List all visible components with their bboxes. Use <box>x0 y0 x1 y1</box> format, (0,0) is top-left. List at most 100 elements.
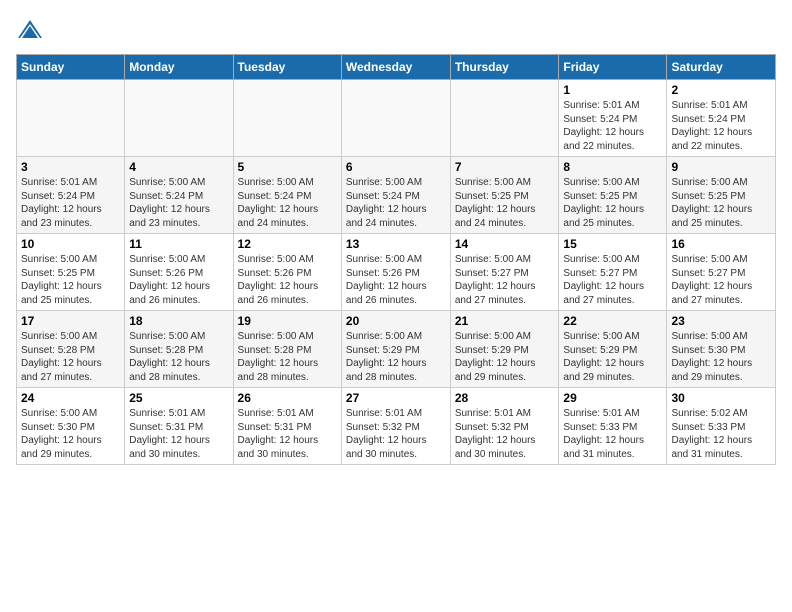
day-number: 25 <box>129 391 228 405</box>
calendar-week-row: 1 Sunrise: 5:01 AM Sunset: 5:24 PM Daylig… <box>17 80 776 157</box>
day-number: 23 <box>671 314 771 328</box>
day-info: Sunrise: 5:00 AM Sunset: 5:25 PM Dayligh… <box>671 176 771 230</box>
day-number: 19 <box>238 314 337 328</box>
day-info: Sunrise: 5:00 AM Sunset: 5:25 PM Dayligh… <box>21 253 120 307</box>
day-number: 29 <box>563 391 662 405</box>
day-info: Sunrise: 5:01 AM Sunset: 5:24 PM Dayligh… <box>21 176 120 230</box>
day-info: Sunrise: 5:01 AM Sunset: 5:33 PM Dayligh… <box>563 407 662 461</box>
calendar-cell: 1 Sunrise: 5:01 AM Sunset: 5:24 PM Daylig… <box>559 80 667 157</box>
calendar-cell: 20 Sunrise: 5:00 AM Sunset: 5:29 PM Dayli… <box>341 311 450 388</box>
calendar-cell <box>125 80 233 157</box>
header <box>16 16 776 44</box>
calendar-cell: 25 Sunrise: 5:01 AM Sunset: 5:31 PM Dayli… <box>125 388 233 465</box>
day-info: Sunrise: 5:01 AM Sunset: 5:32 PM Dayligh… <box>346 407 446 461</box>
day-number: 4 <box>129 160 228 174</box>
calendar-cell: 21Sunrise: 5:00 AM Sunset: 5:29 PM Dayli… <box>450 311 559 388</box>
calendar-cell: 9Sunrise: 5:00 AM Sunset: 5:25 PM Daylig… <box>667 157 776 234</box>
calendar-cell: 17 Sunrise: 5:00 AM Sunset: 5:28 PM Dayli… <box>17 311 125 388</box>
calendar-week-row: 17 Sunrise: 5:00 AM Sunset: 5:28 PM Dayli… <box>17 311 776 388</box>
weekday-header-thursday: Thursday <box>450 55 559 80</box>
day-number: 18 <box>129 314 228 328</box>
calendar-cell <box>450 80 559 157</box>
day-info: Sunrise: 5:00 AM Sunset: 5:28 PM Dayligh… <box>21 330 120 384</box>
calendar-cell <box>341 80 450 157</box>
day-number: 26 <box>238 391 337 405</box>
day-number: 28 <box>455 391 555 405</box>
calendar-cell <box>233 80 341 157</box>
calendar-cell: 4Sunrise: 5:00 AM Sunset: 5:24 PM Daylig… <box>125 157 233 234</box>
day-number: 24 <box>21 391 120 405</box>
day-info: Sunrise: 5:00 AM Sunset: 5:27 PM Dayligh… <box>563 253 662 307</box>
logo <box>16 16 48 44</box>
calendar-cell: 12Sunrise: 5:00 AM Sunset: 5:26 PM Dayli… <box>233 234 341 311</box>
calendar-cell: 13 Sunrise: 5:00 AM Sunset: 5:26 PM Dayli… <box>341 234 450 311</box>
weekday-header-friday: Friday <box>559 55 667 80</box>
day-info: Sunrise: 5:00 AM Sunset: 5:26 PM Dayligh… <box>129 253 228 307</box>
day-number: 20 <box>346 314 446 328</box>
day-info: Sunrise: 5:00 AM Sunset: 5:29 PM Dayligh… <box>346 330 446 384</box>
weekday-header-monday: Monday <box>125 55 233 80</box>
weekday-header-tuesday: Tuesday <box>233 55 341 80</box>
weekday-header-sunday: Sunday <box>17 55 125 80</box>
day-number: 1 <box>563 83 662 97</box>
calendar-cell: 18 Sunrise: 5:00 AM Sunset: 5:28 PM Dayli… <box>125 311 233 388</box>
calendar-cell: 6 Sunrise: 5:00 AM Sunset: 5:24 PM Daylig… <box>341 157 450 234</box>
day-number: 16 <box>671 237 771 251</box>
day-info: Sunrise: 5:00 AM Sunset: 5:27 PM Dayligh… <box>671 253 771 307</box>
day-number: 13 <box>346 237 446 251</box>
day-info: Sunrise: 5:00 AM Sunset: 5:30 PM Dayligh… <box>21 407 120 461</box>
day-number: 21 <box>455 314 555 328</box>
calendar-cell: 15 Sunrise: 5:00 AM Sunset: 5:27 PM Dayli… <box>559 234 667 311</box>
day-info: Sunrise: 5:01 AM Sunset: 5:31 PM Dayligh… <box>129 407 228 461</box>
day-number: 10 <box>21 237 120 251</box>
day-number: 2 <box>671 83 771 97</box>
weekday-header-row: SundayMondayTuesdayWednesdayThursdayFrid… <box>17 55 776 80</box>
day-number: 6 <box>346 160 446 174</box>
day-info: Sunrise: 5:00 AM Sunset: 5:30 PM Dayligh… <box>671 330 771 384</box>
calendar-cell: 11 Sunrise: 5:00 AM Sunset: 5:26 PM Dayli… <box>125 234 233 311</box>
day-number: 11 <box>129 237 228 251</box>
day-info: Sunrise: 5:01 AM Sunset: 5:32 PM Dayligh… <box>455 407 555 461</box>
calendar-cell: 7Sunrise: 5:00 AM Sunset: 5:25 PM Daylig… <box>450 157 559 234</box>
day-number: 15 <box>563 237 662 251</box>
calendar-cell: 24 Sunrise: 5:00 AM Sunset: 5:30 PM Dayli… <box>17 388 125 465</box>
day-info: Sunrise: 5:02 AM Sunset: 5:33 PM Dayligh… <box>671 407 771 461</box>
day-info: Sunrise: 5:00 AM Sunset: 5:26 PM Dayligh… <box>238 253 337 307</box>
calendar-cell: 8 Sunrise: 5:00 AM Sunset: 5:25 PM Daylig… <box>559 157 667 234</box>
calendar-cell: 3 Sunrise: 5:01 AM Sunset: 5:24 PM Daylig… <box>17 157 125 234</box>
calendar-cell: 22 Sunrise: 5:00 AM Sunset: 5:29 PM Dayli… <box>559 311 667 388</box>
calendar-cell: 23 Sunrise: 5:00 AM Sunset: 5:30 PM Dayli… <box>667 311 776 388</box>
weekday-header-wednesday: Wednesday <box>341 55 450 80</box>
day-number: 17 <box>21 314 120 328</box>
calendar-week-row: 10 Sunrise: 5:00 AM Sunset: 5:25 PM Dayli… <box>17 234 776 311</box>
day-info: Sunrise: 5:00 AM Sunset: 5:24 PM Dayligh… <box>346 176 446 230</box>
calendar-cell: 14Sunrise: 5:00 AM Sunset: 5:27 PM Dayli… <box>450 234 559 311</box>
day-number: 14 <box>455 237 555 251</box>
calendar-cell: 28 Sunrise: 5:01 AM Sunset: 5:32 PM Dayli… <box>450 388 559 465</box>
day-info: Sunrise: 5:00 AM Sunset: 5:28 PM Dayligh… <box>238 330 337 384</box>
day-info: Sunrise: 5:00 AM Sunset: 5:25 PM Dayligh… <box>563 176 662 230</box>
calendar-cell: 26Sunrise: 5:01 AM Sunset: 5:31 PM Dayli… <box>233 388 341 465</box>
day-number: 30 <box>671 391 771 405</box>
day-info: Sunrise: 5:01 AM Sunset: 5:24 PM Dayligh… <box>563 99 662 153</box>
calendar-week-row: 24 Sunrise: 5:00 AM Sunset: 5:30 PM Dayli… <box>17 388 776 465</box>
calendar-cell: 2 Sunrise: 5:01 AM Sunset: 5:24 PM Daylig… <box>667 80 776 157</box>
day-number: 8 <box>563 160 662 174</box>
calendar-cell <box>17 80 125 157</box>
calendar-cell: 29 Sunrise: 5:01 AM Sunset: 5:33 PM Dayli… <box>559 388 667 465</box>
calendar-table: SundayMondayTuesdayWednesdayThursdayFrid… <box>16 54 776 465</box>
day-info: Sunrise: 5:00 AM Sunset: 5:29 PM Dayligh… <box>563 330 662 384</box>
day-info: Sunrise: 5:00 AM Sunset: 5:25 PM Dayligh… <box>455 176 555 230</box>
calendar-cell: 30 Sunrise: 5:02 AM Sunset: 5:33 PM Dayli… <box>667 388 776 465</box>
day-number: 22 <box>563 314 662 328</box>
day-info: Sunrise: 5:00 AM Sunset: 5:28 PM Dayligh… <box>129 330 228 384</box>
day-info: Sunrise: 5:00 AM Sunset: 5:26 PM Dayligh… <box>346 253 446 307</box>
calendar-cell: 16 Sunrise: 5:00 AM Sunset: 5:27 PM Dayli… <box>667 234 776 311</box>
weekday-header-saturday: Saturday <box>667 55 776 80</box>
day-info: Sunrise: 5:01 AM Sunset: 5:24 PM Dayligh… <box>671 99 771 153</box>
logo-icon <box>16 16 44 44</box>
page-container: SundayMondayTuesdayWednesdayThursdayFrid… <box>0 0 792 475</box>
calendar-cell: 5Sunrise: 5:00 AM Sunset: 5:24 PM Daylig… <box>233 157 341 234</box>
day-number: 3 <box>21 160 120 174</box>
day-info: Sunrise: 5:00 AM Sunset: 5:24 PM Dayligh… <box>238 176 337 230</box>
